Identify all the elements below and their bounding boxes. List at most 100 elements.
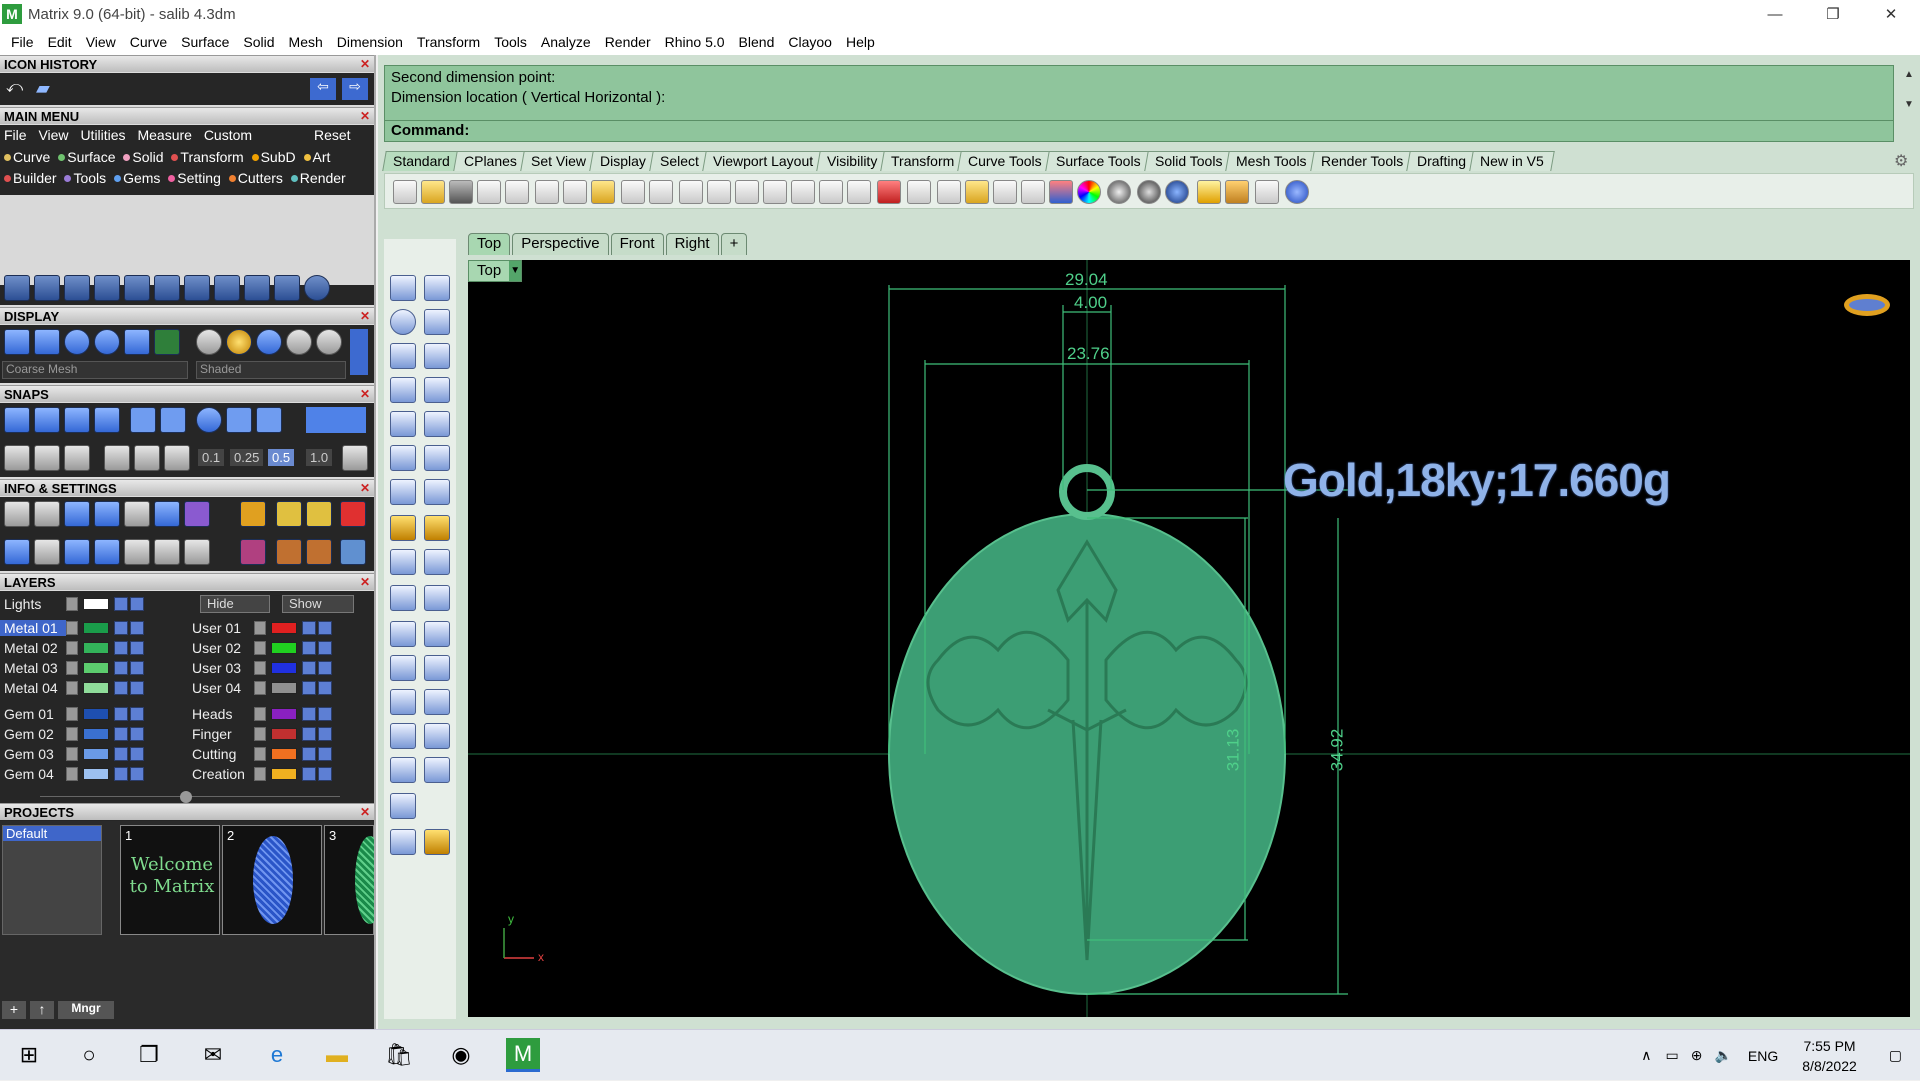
split-icon[interactable] — [424, 515, 450, 541]
zoom-dynamic-icon[interactable] — [707, 180, 731, 204]
snap-value-2[interactable]: 0.5 — [268, 449, 295, 466]
document-icon[interactable] — [124, 501, 150, 527]
environment-icon[interactable] — [124, 329, 150, 355]
planar-icon[interactable] — [64, 445, 90, 471]
main-menu-custom[interactable]: Custom — [200, 127, 256, 143]
cap-icon[interactable] — [390, 793, 416, 819]
ortho-icon[interactable] — [34, 445, 60, 471]
scroll-down-icon[interactable]: ▼ — [1902, 99, 1916, 110]
color-wheel-icon[interactable] — [1077, 180, 1101, 204]
edit-icon[interactable] — [154, 501, 180, 527]
solid-box-icon[interactable] — [390, 723, 416, 749]
light-view-icon[interactable] — [34, 329, 60, 355]
wire-sphere-icon[interactable] — [196, 329, 222, 355]
store-icon[interactable]: 🛍 — [382, 1038, 416, 1072]
points-on-icon[interactable] — [424, 621, 450, 647]
orient-icon[interactable] — [424, 689, 450, 715]
car-icon[interactable] — [877, 180, 901, 204]
project-thumb[interactable]: 3 — [324, 825, 374, 935]
gem-color-icon[interactable] — [240, 539, 266, 565]
cut-icon[interactable] — [535, 180, 559, 204]
sphere-shaded-icon[interactable] — [64, 329, 90, 355]
menu-mesh[interactable]: Mesh — [282, 34, 330, 50]
snap-perp-icon[interactable] — [226, 407, 252, 433]
boolean-icon[interactable] — [424, 445, 450, 471]
help-icon[interactable] — [1285, 180, 1309, 204]
scroll-up-icon[interactable]: ▲ — [1902, 69, 1916, 80]
curve-points-icon[interactable] — [424, 275, 450, 301]
four-view-icon[interactable] — [847, 180, 871, 204]
main-menu-view[interactable]: View — [34, 127, 72, 143]
polyline-icon[interactable] — [390, 275, 416, 301]
volume-icon[interactable]: 🔈 — [1708, 1047, 1737, 1064]
menu-blend[interactable]: Blend — [732, 34, 782, 50]
render-sphere-icon[interactable] — [1165, 180, 1189, 204]
layer-row[interactable]: Heads — [188, 705, 332, 723]
lock-icon[interactable] — [1021, 180, 1045, 204]
layer-row[interactable]: Gem 04 — [0, 765, 144, 783]
prong-icon[interactable] — [276, 501, 302, 527]
cube-icon[interactable] — [184, 501, 210, 527]
menu-builder-item[interactable]: Builder — [0, 170, 57, 186]
hide-button[interactable]: Hide — [200, 595, 270, 613]
menu-render[interactable]: Render — [598, 34, 658, 50]
box-solid-icon[interactable] — [390, 445, 416, 471]
undo-icon[interactable]: ⤺ — [6, 79, 23, 97]
ellipse-icon[interactable] — [424, 309, 450, 335]
tab-right-view[interactable]: Right — [665, 233, 719, 255]
close-icon[interactable]: ✕ — [360, 56, 370, 73]
shade-mode-select[interactable]: Shaded — [196, 361, 346, 379]
menu-rhino[interactable]: Rhino 5.0 — [658, 34, 732, 50]
copy-icon[interactable] — [563, 180, 587, 204]
minimize-button[interactable]: — — [1746, 0, 1804, 28]
layer-row[interactable]: User 03 — [188, 659, 332, 677]
gear-icon[interactable]: ⚙ — [1894, 151, 1908, 171]
close-icon[interactable]: ✕ — [360, 308, 370, 325]
loft-icon[interactable] — [424, 411, 450, 437]
layer-row[interactable]: User 01 — [188, 619, 332, 637]
tab-solid-tools[interactable]: Solid Tools — [1143, 151, 1233, 171]
main-menu-file[interactable]: File — [0, 127, 31, 143]
project-thumb[interactable]: 2 — [222, 825, 322, 935]
snap-quad-icon[interactable] — [196, 407, 222, 433]
files-icon[interactable] — [94, 501, 120, 527]
rectangle-icon[interactable] — [424, 343, 450, 369]
gold-sphere-icon[interactable] — [226, 329, 252, 355]
tab-new-in-v5[interactable]: New in V5 — [1469, 151, 1555, 171]
menu-analyze[interactable]: Analyze — [534, 34, 598, 50]
polygon-icon[interactable] — [390, 377, 416, 403]
scale-tool-icon[interactable] — [154, 275, 180, 301]
clock[interactable]: 7:55 PM 8/8/2022 — [1788, 1036, 1871, 1076]
cylinder-solid-icon[interactable] — [390, 479, 416, 505]
checklist-icon[interactable] — [154, 539, 180, 565]
close-icon[interactable]: ✕ — [360, 108, 370, 125]
contour-icon[interactable] — [424, 723, 450, 749]
menu-render-item[interactable]: Render — [287, 170, 346, 186]
menu-edit[interactable]: Edit — [41, 34, 79, 50]
tab-perspective-view[interactable]: Perspective — [512, 233, 609, 255]
settings-gear-icon[interactable] — [4, 501, 30, 527]
close-icon[interactable]: ✕ — [360, 574, 370, 591]
zoom-selected-icon[interactable] — [791, 180, 815, 204]
menu-tools[interactable]: Tools — [487, 34, 534, 50]
gem-tool-icon[interactable] — [214, 275, 240, 301]
analyze-icon[interactable] — [424, 757, 450, 783]
snap-value-0[interactable]: 0.1 — [198, 449, 225, 466]
ground-icon[interactable] — [154, 329, 180, 355]
display-slider[interactable] — [350, 329, 368, 375]
array-tool-icon[interactable] — [94, 275, 120, 301]
hand-icon[interactable] — [340, 539, 366, 565]
tab-transform[interactable]: Transform — [880, 151, 966, 171]
language-indicator[interactable]: ENG — [1738, 1048, 1788, 1064]
setting-stone-icon[interactable] — [240, 501, 266, 527]
snap-point-icon[interactable] — [64, 407, 90, 433]
print-icon[interactable] — [477, 180, 501, 204]
command-input[interactable]: Command: — [384, 120, 1894, 142]
render-tool-icon[interactable] — [424, 829, 450, 855]
up-project-button[interactable]: ↑ — [30, 1001, 54, 1019]
snap-cen-icon[interactable] — [130, 407, 156, 433]
cut-tool-icon[interactable] — [274, 275, 300, 301]
weight-icon[interactable] — [340, 501, 366, 527]
wire-sphere-icon[interactable] — [1107, 180, 1131, 204]
curve-tool-icon[interactable] — [34, 275, 60, 301]
